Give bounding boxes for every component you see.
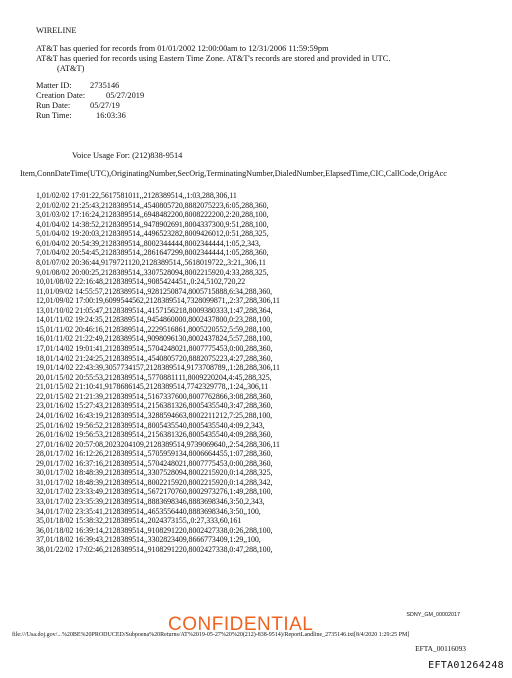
record-row: 26,01/16/02 19:56:53,2128389514,,2156381… [36, 430, 273, 440]
record-row: 30,01/17/02 18:48:39,2128389514,,3307528… [36, 468, 273, 478]
record-row: 23,01/16/02 15:27:43,2128389514,,2156381… [36, 401, 273, 411]
record-row: 21,01/15/02 21:10:41,9178686145,21283895… [36, 382, 269, 392]
file-path-footer: file:///Usa.doj.gov/...%20BE%20PRODUCED/… [12, 632, 410, 638]
record-row: 15,01/11/02 20:46:16,2128389514,,2229516… [36, 324, 273, 334]
record-row: 19,01/14/02 22:43:39,3057734157,21283895… [36, 363, 280, 373]
column-header: Item,ConnDateTime(UTC),OriginatingNumber… [20, 169, 447, 178]
record-row: 25,01/16/02 19:56:52,2128389514,,8005435… [36, 420, 265, 430]
meta-value: 16:03:36 [96, 111, 126, 120]
record-row: 11,01/09/02 14:55:57,2128389514,,9281250… [36, 286, 273, 296]
record-row: 32,01/17/02 23:33:49,2128389514,,5672170… [36, 487, 273, 497]
record-row: 31,01/17/02 18:48:39,2128389514,,8002215… [36, 477, 273, 487]
meta-row-run-time: Run Time: 16:03:36 [36, 111, 144, 121]
meta-row-matter-id: Matter ID: 2735146 [36, 81, 144, 91]
record-row: 20,01/15/02 20:55:53,2128389514,,5770881… [36, 372, 272, 382]
query-line: (AT&T) [36, 64, 85, 73]
report-meta: Matter ID: 2735146 Creation Date: 05/27/… [36, 81, 144, 121]
record-row: 5,01/04/02 19:20:03,2128389514,,44965232… [36, 229, 269, 239]
record-row: 8,01/07/02 20:36:44,9179721120,212838951… [36, 257, 266, 267]
record-row: 24,01/16/02 16:43:19,2128389514,,3288594… [36, 410, 273, 420]
meta-label: Run Time: [36, 111, 72, 120]
meta-label: Run Date: [36, 101, 71, 110]
record-row: 2,01/02/02 21:25:43,2128389514,,45408057… [36, 200, 269, 210]
meta-row-run-date: Run Date: 05/27/19 [36, 101, 144, 111]
record-row: 14,01/11/02 19:24:35,2128389514,,9454860… [36, 315, 273, 325]
record-row: 16,01/11/02 21:22:49,2128389514,,9098096… [36, 334, 273, 344]
record-row: 7,01/04/02 20:54:45,2128389514,,28616472… [36, 248, 269, 258]
record-row: 38,01/22/02 17:02:46,2128389514,,9108291… [36, 544, 273, 554]
record-row: 37,01/18/02 16:39:43,2128389514,,3302823… [36, 535, 261, 545]
record-row: 33,01/17/02 23:35:39,2128389514,,8883698… [36, 497, 265, 506]
record-row: 6,01/04/02 20:54:39,2128389514,,80023444… [36, 238, 261, 248]
record-row: 22,01/15/02 21:21:39,2128389514,,5167337… [36, 391, 273, 401]
record-row: 27,01/16/02 20:57:08,2023204109,21283895… [36, 439, 280, 449]
record-row: 36,01/18/02 16:39:14,2128389514,,9108291… [36, 525, 273, 535]
query-line: AT&T has queried for records from 01/01/… [36, 44, 329, 53]
bates-number-efta-page: EFTA_00116093 [415, 644, 466, 653]
report-header: WIRELINE AT&T has queried for records fr… [36, 26, 390, 74]
record-row: 34,01/17/02 23:35:41,2128389514,,4653556… [36, 506, 261, 516]
record-row: 17,01/14/02 19:01:41,2128389514,,5704248… [36, 344, 273, 353]
bates-number-sdny: SDNY_GM_00002017 [406, 612, 460, 618]
meta-value: 05/27/19 [90, 101, 120, 110]
record-row: 3,01/03/02 17:16:24,2128389514,,69484822… [36, 210, 269, 220]
record-row: 10,01/08/02 22:16:48,2128389514,,9085424… [36, 277, 246, 287]
meta-label: Matter ID: [36, 81, 72, 90]
meta-value: 05/27/2019 [106, 91, 145, 100]
record-row: 9,01/08/02 20:00:25,2128389514,,33075280… [36, 267, 269, 277]
record-row: 1,01/02/02 17:01:22,5617581011,,21283895… [36, 191, 237, 200]
meta-label: Creation Date: [36, 91, 86, 100]
meta-row-creation-date: Creation Date: 05/27/2019 [36, 91, 144, 101]
record-row: 4,01/04/02 14:38:52,2128389514,,94789026… [36, 219, 269, 229]
meta-value: 2735146 [90, 81, 120, 90]
record-row: 18,01/14/02 21:24:25,2128389514,,4540805… [36, 353, 273, 363]
record-row: 29,01/17/02 16:37:16,2128389514,,5704248… [36, 458, 273, 468]
voice-usage-heading: Voice Usage For: (212)838-9514 [72, 151, 183, 160]
record-row: 28,01/17/02 16:12:26,2128389514,,5705959… [36, 449, 273, 459]
query-line: AT&T has queried for records using Easte… [36, 54, 391, 63]
call-records: 1,01/02/02 17:01:22,5617581011,,21283895… [36, 191, 280, 554]
record-row: 35,01/18/02 15:38:32,2128389514,,2024373… [36, 516, 242, 526]
record-row: 12,01/09/02 17:00:19,6099544562,21283895… [36, 296, 280, 306]
report-title: WIRELINE [36, 26, 77, 35]
record-row: 13,01/10/02 21:05:47,2128389514,,4157156… [36, 305, 273, 315]
bates-number-efta: EFTA01264248 [428, 660, 504, 671]
